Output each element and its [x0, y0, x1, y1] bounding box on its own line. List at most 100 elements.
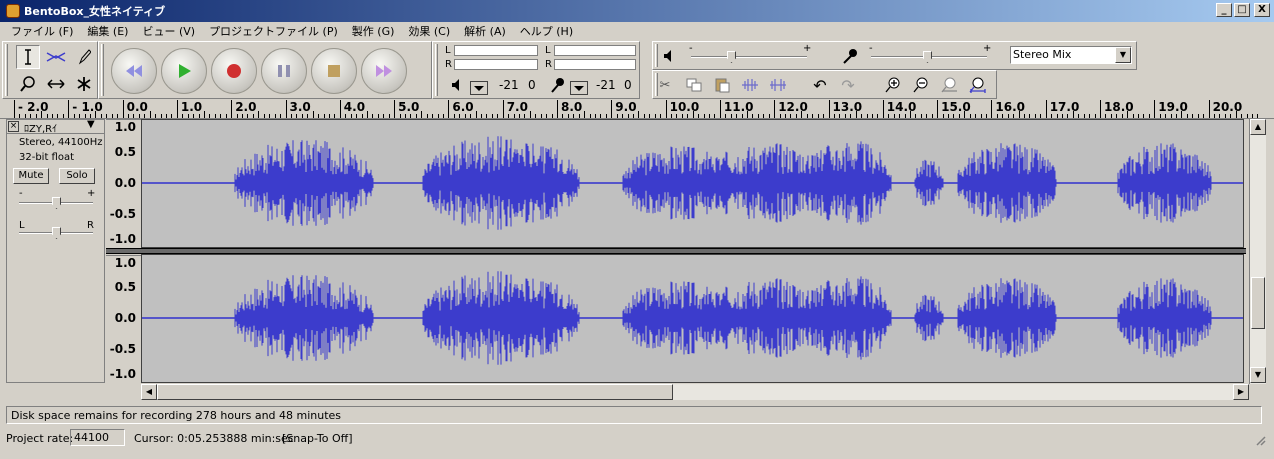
ruler-tick [274, 114, 276, 118]
ruler-tick [861, 114, 863, 118]
multi-tool[interactable] [72, 72, 96, 96]
ruler-tick [752, 114, 754, 118]
waveform-left-channel[interactable] [141, 119, 1244, 248]
gain-thumb[interactable] [52, 197, 61, 209]
zoom-tool[interactable] [16, 72, 40, 96]
ruler-tick [24, 114, 26, 118]
scroll-left-button[interactable]: ◀ [141, 384, 157, 400]
menu-file[interactable]: ファイル (F) [4, 23, 80, 39]
menu-help[interactable]: ヘルプ (H) [513, 23, 580, 39]
minimize-button[interactable]: _ [1216, 3, 1232, 17]
waveform-right-channel[interactable] [141, 254, 1244, 383]
silence-button[interactable] [766, 74, 790, 96]
pan-right-label: R [87, 220, 94, 231]
track-title-bar[interactable]: × ﾛZY,Rｲ ▼ [7, 119, 104, 135]
skip-start-button[interactable] [111, 48, 157, 94]
ruler-tick [915, 114, 917, 118]
ruler-tick [649, 114, 651, 118]
ruler-tick [790, 114, 792, 118]
ruler-tick [258, 111, 260, 118]
ruler-tick [660, 114, 662, 118]
output-volume-slider[interactable] [691, 56, 807, 58]
maximize-button[interactable]: □ [1234, 3, 1250, 17]
input-meter-dropdown[interactable] [570, 81, 588, 95]
menu-project[interactable]: プロジェクトファイル (P) [202, 23, 345, 39]
tools-toolbar [2, 41, 98, 99]
track-menu-arrow-icon[interactable]: ▼ [87, 119, 95, 130]
trim-button[interactable] [738, 74, 762, 96]
fit-project-icon [969, 77, 986, 93]
close-button[interactable]: X [1254, 3, 1270, 17]
output-meter-dropdown[interactable] [470, 81, 488, 95]
mute-button[interactable]: Mute [13, 168, 49, 184]
undo-button[interactable]: ↶ [808, 74, 832, 96]
stop-button[interactable] [311, 48, 357, 94]
project-rate-field[interactable]: 44100 [70, 429, 125, 446]
scroll-up-button[interactable]: ▲ [1250, 119, 1266, 135]
envelope-tool[interactable] [44, 45, 68, 69]
vertical-scrollbar[interactable]: ▲ ▼ [1249, 119, 1266, 384]
resize-grip-icon[interactable] [1254, 434, 1266, 446]
redo-button[interactable]: ↷ [836, 74, 860, 96]
pause-button[interactable] [261, 48, 307, 94]
ruler-tick [529, 111, 531, 118]
combo-arrow-icon[interactable]: ▼ [1115, 47, 1131, 63]
selection-tool[interactable] [16, 45, 40, 69]
ruler-tick [904, 114, 906, 118]
fit-selection-button[interactable] [937, 74, 961, 96]
ruler-tick [622, 114, 624, 118]
track-close-button[interactable]: × [8, 121, 19, 132]
horizontal-scroll-thumb[interactable] [157, 384, 673, 400]
menu-effect[interactable]: 効果 (C) [401, 23, 457, 39]
input-meter-l-label: L [545, 45, 551, 56]
input-source-select[interactable]: Stereo Mix ▼ [1010, 46, 1132, 64]
ruler-tick [204, 111, 206, 118]
ruler-tick [280, 114, 282, 118]
output-volume-thumb[interactable] [727, 51, 736, 63]
menu-view[interactable]: ビュー (V) [135, 23, 202, 39]
scale-label: 0.5 [114, 280, 136, 294]
ruler-tick [388, 114, 390, 118]
toolbar-grip[interactable] [101, 44, 104, 96]
scale-label: 1.0 [114, 256, 136, 270]
scale-label: -1.0 [109, 367, 136, 381]
paste-button[interactable] [710, 74, 734, 96]
toolbar-grip[interactable] [435, 44, 438, 96]
scale-label: 0.0 [114, 311, 136, 325]
scroll-right-button[interactable]: ▶ [1233, 384, 1249, 400]
input-volume-thumb[interactable] [923, 51, 932, 63]
scroll-down-button[interactable]: ▼ [1250, 367, 1266, 383]
toolbar-grip[interactable] [5, 44, 8, 96]
fit-project-button[interactable] [965, 74, 989, 96]
ruler-tick [1023, 114, 1025, 118]
menu-analyze[interactable]: 解析 (A) [457, 23, 513, 39]
scale-label: -0.5 [109, 342, 136, 356]
ruler-tick [95, 111, 97, 118]
ruler-tick [1127, 111, 1129, 118]
ruler-tick [947, 114, 949, 118]
menu-generate[interactable]: 製作 (G) [345, 23, 402, 39]
copy-button[interactable] [682, 74, 706, 96]
solo-button[interactable]: Solo [59, 168, 95, 184]
zoom-out-button[interactable] [909, 74, 933, 96]
ruler-tick [703, 114, 705, 118]
ruler-tick [155, 114, 157, 118]
horizontal-scrollbar[interactable]: ◀ ▶ [141, 384, 1249, 400]
play-button[interactable] [161, 48, 207, 94]
pan-thumb[interactable] [52, 227, 61, 239]
ruler-tick [823, 114, 825, 118]
ruler-tick [1154, 100, 1156, 118]
timeshift-tool[interactable] [44, 72, 68, 96]
cut-button[interactable]: ✂ [653, 74, 677, 96]
vertical-scroll-thumb[interactable] [1251, 277, 1265, 329]
scale-label: 0.0 [114, 176, 136, 190]
skip-end-button[interactable] [361, 48, 407, 94]
ruler-tick [578, 114, 580, 118]
draw-tool[interactable] [72, 45, 96, 69]
record-button[interactable] [211, 48, 257, 94]
toolbar-grip[interactable] [655, 44, 658, 67]
menu-edit[interactable]: 編集 (E) [80, 23, 135, 39]
timeline-ruler[interactable]: - 2.0 - 1.0 0.0 1.0 2.0 3.0 4.0 5.0 6.0 7.0 8.0 9.0… [0, 99, 1274, 119]
track-name[interactable]: ﾛZY,Rｲ [24, 120, 57, 135]
zoom-in-button[interactable] [881, 74, 905, 96]
